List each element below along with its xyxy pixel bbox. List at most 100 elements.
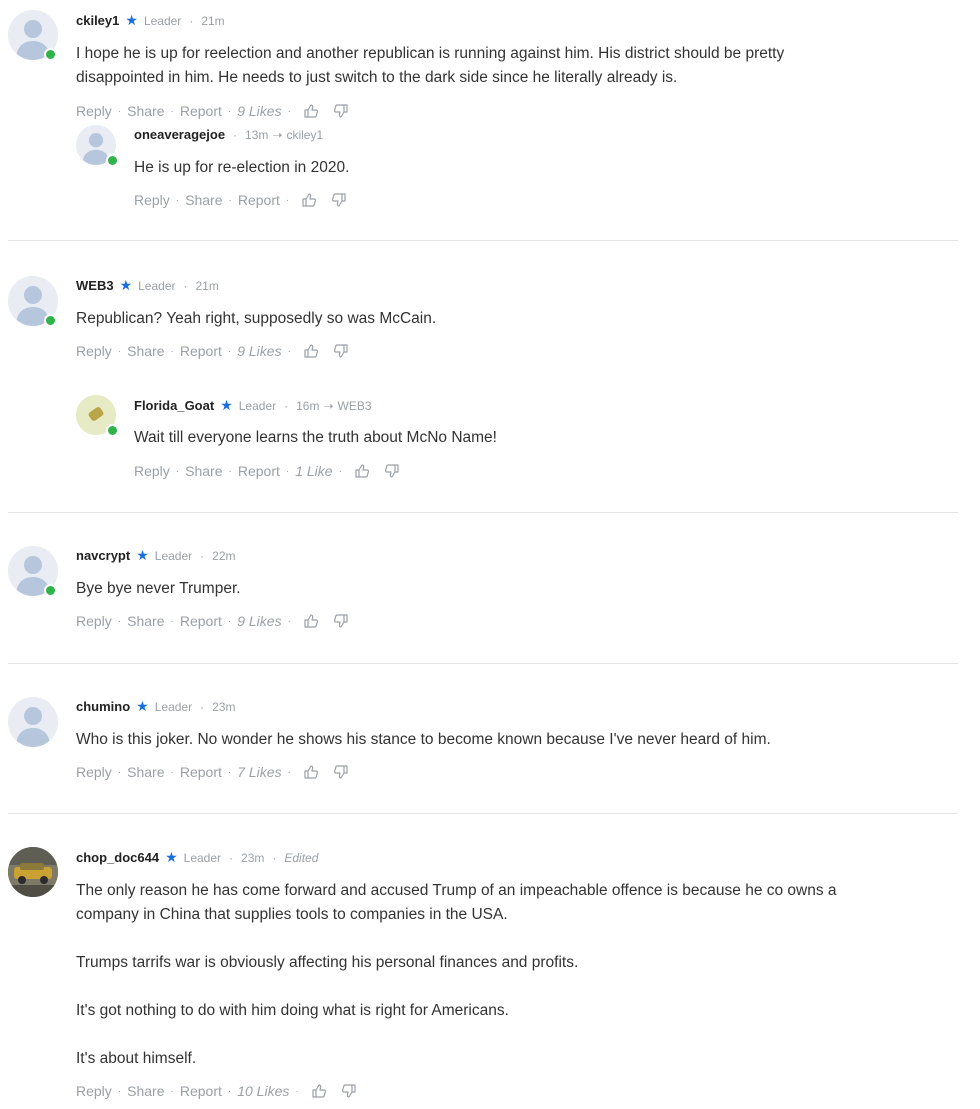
thumbs-up-icon[interactable] (311, 1083, 327, 1099)
action-separator: · (285, 194, 290, 206)
likes-count: 7 Likes (237, 764, 282, 780)
timestamp[interactable]: 23m (241, 851, 264, 865)
reply-button[interactable]: Reply (76, 764, 112, 780)
comment-actions: Reply · Share · Report · 1 Like · (134, 463, 400, 479)
username[interactable]: Florida_Goat (134, 398, 214, 413)
comment-text: The only reason he has come forward and … (76, 879, 966, 1071)
badge: Leader (138, 278, 176, 293)
likes-count: 9 Likes (237, 103, 282, 119)
comment-actions: Reply · Share · Report · 9 Likes · (76, 613, 349, 629)
report-button[interactable]: Report (180, 343, 222, 359)
reply-button[interactable]: Reply (76, 343, 112, 359)
comment-meta: oneaveragejoe · 13m ➝ ckiley1 (134, 127, 323, 142)
reply-button[interactable]: Reply (76, 103, 112, 119)
report-button[interactable]: Report (180, 764, 222, 780)
username[interactable]: WEB3 (76, 278, 114, 293)
comment-actions: Reply · Share · Report · 7 Likes · (76, 764, 349, 780)
car-photo-avatar-icon (8, 847, 58, 897)
meta-separator: · (229, 850, 234, 865)
action-separator: · (117, 105, 122, 117)
report-button[interactable]: Report (180, 613, 222, 629)
likes-count: 10 Likes (237, 1083, 290, 1099)
thumbs-down-icon[interactable] (331, 192, 347, 208)
reply-button[interactable]: Reply (134, 463, 170, 479)
edited-label: Edited (284, 850, 319, 865)
report-button[interactable]: Report (180, 103, 222, 119)
action-separator: · (117, 1085, 122, 1097)
divider (8, 663, 958, 664)
timestamp[interactable]: 21m (201, 14, 224, 28)
thumbs-down-icon[interactable] (333, 343, 349, 359)
share-button[interactable]: Share (127, 103, 164, 119)
divider (8, 813, 958, 814)
online-status-dot (44, 314, 57, 327)
action-separator: · (170, 1085, 174, 1097)
action-separator: · (117, 345, 122, 357)
action-separator: · (175, 194, 180, 206)
leader-star-icon: ★ (220, 397, 233, 413)
action-separator: · (227, 1085, 232, 1097)
avatar[interactable] (8, 847, 58, 897)
username[interactable]: navcrypt (76, 548, 130, 563)
reply-button[interactable]: Reply (76, 1083, 112, 1099)
reply-button[interactable]: Reply (76, 613, 112, 629)
thumbs-down-icon[interactable] (333, 103, 349, 119)
username[interactable]: oneaveragejoe (134, 127, 225, 142)
reply-to[interactable]: ckiley1 (286, 128, 323, 142)
username[interactable]: chumino (76, 699, 130, 714)
leader-star-icon: ★ (119, 277, 133, 293)
action-separator: · (170, 766, 174, 778)
person-icon (8, 697, 58, 747)
avatar[interactable] (8, 697, 58, 747)
share-button[interactable]: Share (127, 343, 164, 359)
share-button[interactable]: Share (127, 1083, 164, 1099)
badge: Leader (154, 699, 193, 714)
divider (8, 240, 958, 241)
thumbs-up-icon[interactable] (354, 463, 370, 479)
share-button[interactable]: Share (185, 463, 222, 479)
meta-separator: · (284, 398, 289, 413)
comment-text: Who is this joker. No wonder he shows hi… (76, 731, 771, 748)
action-separator: · (228, 194, 232, 206)
share-button[interactable]: Share (185, 192, 222, 208)
thumbs-down-icon[interactable] (333, 613, 349, 629)
thumbs-up-icon[interactable] (303, 343, 319, 359)
reply-to[interactable]: WEB3 (338, 399, 372, 413)
action-separator: · (227, 105, 232, 117)
likes-count: 1 Like (295, 463, 333, 479)
comment-line: It's got nothing to do with him doing wh… (76, 1002, 509, 1019)
report-button[interactable]: Report (238, 192, 280, 208)
thumbs-up-icon[interactable] (301, 192, 317, 208)
timestamp[interactable]: 23m (212, 700, 235, 714)
thumbs-down-icon[interactable] (333, 764, 349, 780)
share-button[interactable]: Share (127, 613, 164, 629)
comment-meta: WEB3 ★ Leader · 21m (76, 277, 219, 294)
timestamp[interactable]: 13m (245, 128, 268, 142)
action-separator: · (117, 766, 122, 778)
divider (8, 512, 958, 513)
timestamp[interactable]: 22m (212, 549, 235, 563)
report-button[interactable]: Report (180, 1083, 222, 1099)
thumbs-down-icon[interactable] (384, 463, 400, 479)
reply-arrow-icon: ➝ (272, 127, 283, 142)
username[interactable]: chop_doc644 (76, 850, 159, 865)
comment-actions: Reply · Share · Report · 9 Likes · (76, 343, 349, 359)
comment-line: I hope he is up for reelection and anoth… (76, 45, 785, 62)
username[interactable]: ckiley1 (76, 13, 119, 28)
comment-meta: ckiley1 ★ Leader · 21m (76, 12, 225, 29)
comment-text: Republican? Yeah right, supposedly so wa… (76, 310, 437, 327)
leader-star-icon: ★ (165, 849, 178, 865)
thumbs-up-icon[interactable] (303, 103, 319, 119)
thumbs-up-icon[interactable] (303, 613, 319, 629)
likes-count: 9 Likes (237, 613, 282, 629)
report-button[interactable]: Report (238, 463, 280, 479)
thumbs-down-icon[interactable] (341, 1083, 357, 1099)
leader-star-icon: ★ (136, 698, 149, 714)
thumbs-up-icon[interactable] (303, 764, 319, 780)
share-button[interactable]: Share (127, 764, 164, 780)
action-separator: · (287, 345, 291, 357)
timestamp[interactable]: 21m (196, 279, 219, 293)
reply-button[interactable]: Reply (134, 192, 170, 208)
timestamp[interactable]: 16m (296, 399, 319, 413)
action-separator: · (287, 766, 291, 778)
